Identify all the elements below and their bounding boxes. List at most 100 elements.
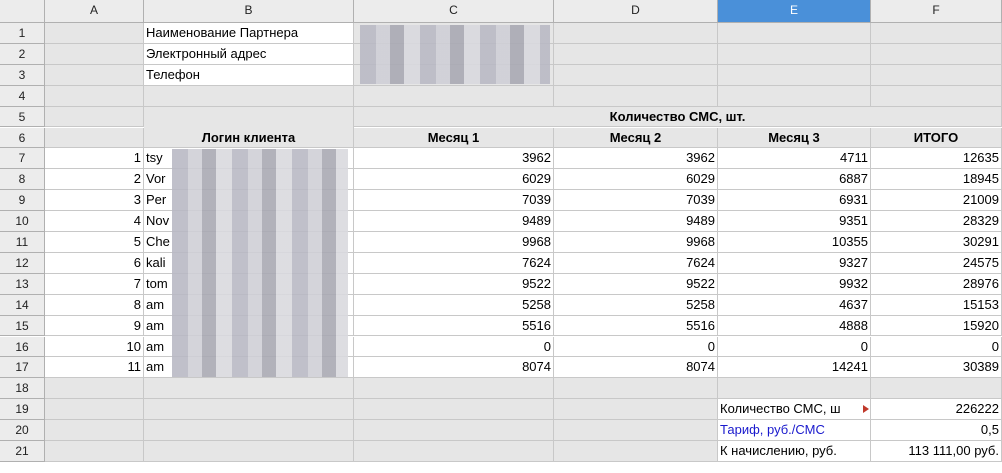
cell-a21[interactable] <box>45 441 144 462</box>
sms-total-value[interactable]: 226222 <box>871 399 1002 421</box>
total-value[interactable]: 30291 <box>871 232 1002 253</box>
cell-c4[interactable] <box>354 85 554 107</box>
cell-b4[interactable] <box>144 85 354 107</box>
row-header-12[interactable]: 12 <box>0 252 45 274</box>
month3-value[interactable]: 9932 <box>718 273 871 295</box>
cell-a6[interactable] <box>45 127 144 149</box>
row-header-9[interactable]: 9 <box>0 190 45 212</box>
month3-value[interactable]: 4711 <box>718 148 871 170</box>
month2-value[interactable]: 6029 <box>554 169 718 191</box>
total-value[interactable]: 0 <box>871 336 1002 358</box>
total-value[interactable]: 28329 <box>871 211 1002 232</box>
cell-e18[interactable] <box>718 378 871 400</box>
month2-value[interactable]: 7624 <box>554 252 718 274</box>
column-header-d[interactable]: D <box>554 0 718 23</box>
row-header-18[interactable]: 18 <box>0 378 45 400</box>
month3-value[interactable]: 10355 <box>718 232 871 253</box>
month2-value[interactable]: 5258 <box>554 294 718 316</box>
month3-value[interactable]: 9351 <box>718 211 871 232</box>
cell-d2[interactable] <box>554 43 718 65</box>
row-header-10[interactable]: 10 <box>0 211 45 232</box>
row-header-8[interactable]: 8 <box>0 169 45 191</box>
total-value[interactable]: 18945 <box>871 169 1002 191</box>
month1-value[interactable]: 9968 <box>354 232 554 253</box>
column-header-b[interactable]: B <box>144 0 354 23</box>
row-header-11[interactable]: 11 <box>0 232 45 253</box>
month2-value[interactable]: 5516 <box>554 315 718 337</box>
row-header-16[interactable]: 16 <box>0 336 45 358</box>
row-header-14[interactable]: 14 <box>0 294 45 316</box>
month2-value[interactable]: 0 <box>554 336 718 358</box>
cell-d18[interactable] <box>554 378 718 400</box>
cell-b18[interactable] <box>144 378 354 400</box>
tariff-value[interactable]: 0,5 <box>871 420 1002 441</box>
row-header-17[interactable]: 17 <box>0 357 45 379</box>
cell-d21[interactable] <box>554 441 718 462</box>
month1-value[interactable]: 6029 <box>354 169 554 191</box>
row-header-15[interactable]: 15 <box>0 315 45 337</box>
total-value[interactable]: 30389 <box>871 357 1002 379</box>
month1-value[interactable]: 7039 <box>354 190 554 212</box>
month3-value[interactable]: 9327 <box>718 252 871 274</box>
cell-d1[interactable] <box>554 23 718 44</box>
month3-value[interactable]: 4888 <box>718 315 871 337</box>
total-value[interactable]: 15153 <box>871 294 1002 316</box>
cell-d4[interactable] <box>554 85 718 107</box>
cell-f2[interactable] <box>871 43 1002 65</box>
month2-value[interactable]: 9968 <box>554 232 718 253</box>
cell-f1[interactable] <box>871 23 1002 44</box>
cell-a5[interactable] <box>45 106 144 128</box>
cell-b19[interactable] <box>144 399 354 421</box>
cell-e2[interactable] <box>718 43 871 65</box>
row-header-4[interactable]: 4 <box>0 85 45 107</box>
month3-value[interactable]: 6887 <box>718 169 871 191</box>
cell-f18[interactable] <box>871 378 1002 400</box>
month1-value[interactable]: 9522 <box>354 273 554 295</box>
row-header-21[interactable]: 21 <box>0 441 45 462</box>
month3-value[interactable]: 0 <box>718 336 871 358</box>
charge-value[interactable]: 113 111,00 руб. <box>871 441 1002 462</box>
month1-value[interactable]: 5258 <box>354 294 554 316</box>
row-header-1[interactable]: 1 <box>0 23 45 44</box>
row-header-7[interactable]: 7 <box>0 148 45 170</box>
row-header-6[interactable]: 6 <box>0 127 45 149</box>
month1-value[interactable]: 0 <box>354 336 554 358</box>
cell-b20[interactable] <box>144 420 354 441</box>
row-header-5[interactable]: 5 <box>0 106 45 128</box>
cell-f4[interactable] <box>871 85 1002 107</box>
cell-d20[interactable] <box>554 420 718 441</box>
row-header-2[interactable]: 2 <box>0 43 45 65</box>
cell-c21[interactable] <box>354 441 554 462</box>
row-header-13[interactable]: 13 <box>0 273 45 295</box>
month3-value[interactable]: 6931 <box>718 190 871 212</box>
cell-a18[interactable] <box>45 378 144 400</box>
month2-value[interactable]: 3962 <box>554 148 718 170</box>
row-header-20[interactable]: 20 <box>0 420 45 441</box>
cell-a2[interactable] <box>45 43 144 65</box>
month3-value[interactable]: 14241 <box>718 357 871 379</box>
column-header-e[interactable]: E <box>718 0 871 23</box>
cell-e4[interactable] <box>718 85 871 107</box>
month3-value[interactable]: 4637 <box>718 294 871 316</box>
cell-e1[interactable] <box>718 23 871 44</box>
cell-a4[interactable] <box>45 85 144 107</box>
cell-d19[interactable] <box>554 399 718 421</box>
column-header-a[interactable]: A <box>45 0 144 23</box>
total-value[interactable]: 24575 <box>871 252 1002 274</box>
row-header-19[interactable]: 19 <box>0 399 45 421</box>
cell-e3[interactable] <box>718 64 871 86</box>
month2-value[interactable]: 9489 <box>554 211 718 232</box>
total-value[interactable]: 12635 <box>871 148 1002 170</box>
month1-value[interactable]: 5516 <box>354 315 554 337</box>
total-value[interactable]: 15920 <box>871 315 1002 337</box>
month1-value[interactable]: 7624 <box>354 252 554 274</box>
cell-c18[interactable] <box>354 378 554 400</box>
cell-a3[interactable] <box>45 64 144 86</box>
column-header-c[interactable]: C <box>354 0 554 23</box>
select-all-corner[interactable] <box>0 0 45 23</box>
month2-value[interactable]: 8074 <box>554 357 718 379</box>
total-value[interactable]: 28976 <box>871 273 1002 295</box>
row-header-3[interactable]: 3 <box>0 64 45 86</box>
month2-value[interactable]: 9522 <box>554 273 718 295</box>
month2-value[interactable]: 7039 <box>554 190 718 212</box>
